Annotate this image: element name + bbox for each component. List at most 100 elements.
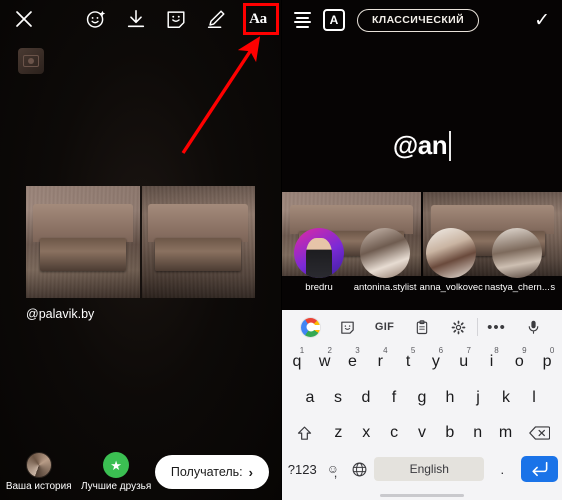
text-align-icon[interactable] bbox=[294, 12, 311, 28]
story-avatar-icon bbox=[25, 452, 52, 478]
key-number: 0 bbox=[549, 346, 555, 355]
keyboard-row-2: a s d f g h j k l bbox=[284, 380, 560, 416]
key-k[interactable]: k bbox=[493, 380, 519, 416]
shift-icon[interactable] bbox=[286, 416, 324, 452]
checkmark-icon[interactable]: ✓ bbox=[534, 11, 550, 30]
key-label: o bbox=[514, 352, 524, 370]
keyboard-row-1: 1q 2w 3e 4r 5t 6y 7u 8i 9o 0p bbox=[284, 344, 560, 380]
on-screen-keyboard: GIF ••• 1 q 2 w 3 e 4 r 5 t 6 y 7 u 8 i … bbox=[282, 310, 562, 500]
enter-icon[interactable] bbox=[520, 455, 558, 483]
more-options-icon[interactable]: ••• bbox=[478, 312, 515, 342]
media-caption: @palavik.by bbox=[26, 307, 95, 321]
emoji-comma-key[interactable]: ☺ , bbox=[320, 451, 345, 487]
left-topbar: Aa bbox=[0, 0, 281, 38]
key-t[interactable]: 5t bbox=[395, 344, 421, 380]
recipient-button[interactable]: Получатель: › bbox=[154, 455, 269, 489]
camera-icon bbox=[23, 55, 39, 67]
key-u[interactable]: 7u bbox=[451, 344, 477, 380]
right-topbar: A КЛАССИЧЕСКИЙ ✓ bbox=[282, 0, 562, 40]
clipboard-icon[interactable] bbox=[403, 312, 440, 342]
keyboard-toolbar: GIF ••• bbox=[282, 310, 562, 344]
key-m[interactable]: m bbox=[493, 416, 519, 452]
period-key[interactable]: . bbox=[486, 451, 518, 487]
mention-username: bredru bbox=[305, 282, 333, 293]
key-g[interactable]: g bbox=[409, 380, 435, 416]
text-background-icon[interactable]: A bbox=[323, 9, 345, 31]
keyboard-row-3: z x c v b n m bbox=[284, 416, 560, 452]
space-key[interactable]: English bbox=[374, 456, 485, 482]
mention-suggestion-item[interactable]: anna_volkovec bbox=[418, 228, 484, 293]
key-label: r bbox=[377, 352, 383, 370]
right-panel-text-editor: A КЛАССИЧЕСКИЙ ✓ @an bredru a ntonina.sty… bbox=[281, 0, 562, 500]
bag-flap bbox=[32, 203, 133, 242]
photo-left-half bbox=[26, 186, 140, 298]
key-p[interactable]: 0p bbox=[534, 344, 560, 380]
key-label: t bbox=[405, 352, 411, 370]
gif-icon[interactable]: GIF bbox=[366, 312, 403, 342]
key-number: 1 bbox=[299, 346, 305, 355]
mention-username: anna_volkovec bbox=[419, 282, 483, 293]
key-s[interactable]: s bbox=[325, 380, 351, 416]
key-h[interactable]: h bbox=[437, 380, 463, 416]
share-label-your-story: Ваша история bbox=[5, 481, 72, 492]
text-tool-button[interactable]: Aa bbox=[243, 6, 273, 32]
key-f[interactable]: f bbox=[381, 380, 407, 416]
camera-roll-thumbnail[interactable] bbox=[18, 48, 44, 74]
key-z[interactable]: z bbox=[326, 416, 352, 452]
key-y[interactable]: 6y bbox=[423, 344, 449, 380]
key-e[interactable]: 3e bbox=[340, 344, 366, 380]
key-number: 6 bbox=[438, 346, 444, 355]
key-a[interactable]: a bbox=[297, 380, 323, 416]
key-j[interactable]: j bbox=[465, 380, 491, 416]
share-target-close-friends[interactable]: ★ Лучшие друзья bbox=[77, 452, 154, 492]
key-number: 9 bbox=[522, 346, 527, 355]
camera-lens bbox=[28, 58, 34, 64]
font-style-pill[interactable]: КЛАССИЧЕСКИЙ bbox=[357, 8, 480, 32]
key-number: 8 bbox=[494, 346, 499, 355]
share-target-your-story[interactable]: Ваша история bbox=[0, 452, 77, 492]
symbols-key[interactable]: ?123 bbox=[286, 451, 318, 487]
close-x-icon[interactable] bbox=[10, 5, 38, 33]
chevron-right-icon: › bbox=[248, 464, 253, 480]
download-icon[interactable] bbox=[123, 6, 149, 32]
key-q[interactable]: 1q bbox=[284, 344, 310, 380]
left-panel-story-editor: Aa @palavik.by Ваша история ★ Лучшие дру… bbox=[0, 0, 281, 500]
bag-strap bbox=[155, 237, 242, 272]
key-v[interactable]: v bbox=[409, 416, 435, 452]
keyboard-row-4: ?123 ☺ , English . bbox=[284, 451, 560, 487]
settings-gear-icon[interactable] bbox=[440, 312, 477, 342]
mention-suggestion-item[interactable]: antonina.stylist bbox=[352, 228, 418, 293]
globe-icon[interactable] bbox=[347, 451, 372, 487]
mention-suggestion-overflow[interactable]: s bbox=[550, 282, 562, 293]
mention-suggestion-item[interactable]: nastya_chern... bbox=[484, 228, 550, 293]
draw-pen-icon[interactable] bbox=[203, 6, 229, 32]
effects-sparkle-face-icon[interactable] bbox=[83, 6, 109, 32]
story-text-input[interactable]: @an bbox=[282, 130, 562, 161]
mention-suggestion-item[interactable]: bredru bbox=[286, 228, 352, 293]
key-b[interactable]: b bbox=[437, 416, 463, 452]
backspace-icon[interactable] bbox=[521, 416, 559, 452]
key-d[interactable]: d bbox=[353, 380, 379, 416]
key-c[interactable]: c bbox=[381, 416, 407, 452]
google-logo-icon[interactable] bbox=[292, 312, 329, 342]
key-number: 2 bbox=[327, 346, 332, 355]
key-w[interactable]: 2w bbox=[312, 344, 338, 380]
star-icon: ★ bbox=[103, 452, 130, 478]
key-number: 5 bbox=[410, 346, 416, 355]
keyboard-key-rows: 1q 2w 3e 4r 5t 6y 7u 8i 9o 0p a s d f g bbox=[282, 344, 562, 491]
key-i[interactable]: 8i bbox=[479, 344, 505, 380]
avatar bbox=[360, 228, 411, 278]
key-label: y bbox=[431, 352, 440, 370]
key-r[interactable]: 4r bbox=[367, 344, 393, 380]
left-bottom-bar: Ваша история ★ Лучшие друзья Получатель:… bbox=[0, 444, 281, 500]
key-o[interactable]: 9o bbox=[506, 344, 532, 380]
sticker-face-icon[interactable] bbox=[163, 6, 189, 32]
sticker-icon[interactable] bbox=[329, 312, 366, 342]
microphone-icon[interactable] bbox=[515, 312, 552, 342]
bag-flap bbox=[148, 203, 249, 242]
key-l[interactable]: l bbox=[521, 380, 547, 416]
key-number: 7 bbox=[466, 346, 471, 355]
share-label-close-friends: Лучшие друзья bbox=[80, 481, 152, 492]
key-x[interactable]: x bbox=[353, 416, 379, 452]
key-n[interactable]: n bbox=[465, 416, 491, 452]
